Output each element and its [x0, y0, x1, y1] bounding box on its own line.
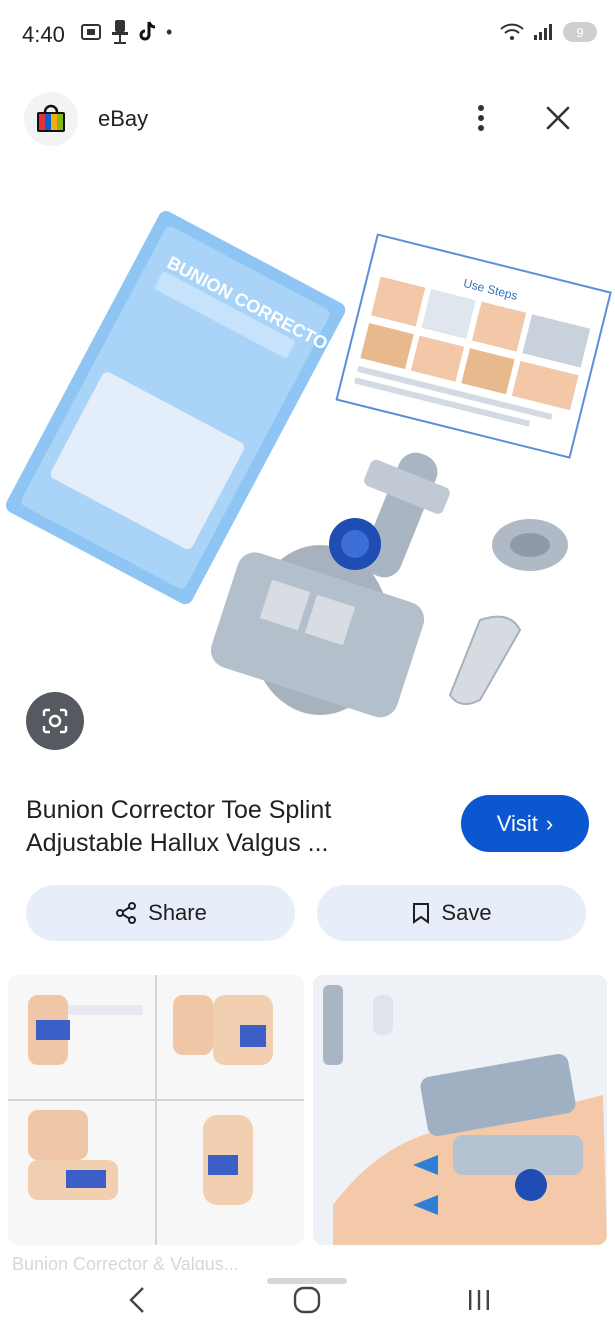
product-title-line2: Adjustable Hallux Valgus ...: [26, 829, 329, 857]
product-title[interactable]: Bunion Corrector Toe Splint Adjustable H…: [26, 794, 426, 860]
home-button[interactable]: [290, 1280, 324, 1320]
home-icon: [293, 1286, 321, 1314]
save-button[interactable]: Save: [317, 885, 586, 941]
wifi-icon: [500, 23, 524, 40]
close-icon: [546, 106, 570, 130]
visit-button[interactable]: Visit ›: [461, 795, 589, 852]
product-image[interactable]: BUNION CORRECTOR Use Steps: [0, 200, 615, 740]
app-header: eBay: [0, 86, 615, 150]
chevron-right-icon: ›: [545, 810, 554, 836]
related-image-foot[interactable]: [313, 975, 607, 1245]
more-vert-icon: [478, 105, 484, 131]
share-label: Share: [148, 900, 207, 925]
save-label: Save: [441, 900, 492, 925]
status-bar: 4:40 • 9: [0, 0, 615, 70]
lens-search-icon: [42, 708, 68, 734]
more-options-button[interactable]: [466, 100, 496, 136]
recents-button[interactable]: [462, 1280, 496, 1320]
status-icons-right: 9: [499, 22, 597, 42]
share-button[interactable]: Share: [26, 885, 295, 941]
ebay-logo-icon: [24, 92, 78, 146]
tiktok-icon: [139, 21, 156, 41]
product-photo: BUNION CORRECTOR Use Steps: [5, 211, 612, 718]
share-icon: [116, 902, 137, 924]
back-button[interactable]: [120, 1280, 154, 1320]
product-title-line1: Bunion Corrector Toe Splint: [26, 796, 332, 824]
battery-icon: 9: [563, 22, 597, 42]
back-icon: [129, 1287, 144, 1313]
system-nav-bar: [0, 1270, 615, 1333]
notification-dot: •: [166, 21, 173, 42]
foot-photo: [313, 975, 607, 1245]
visit-label: Visit: [496, 810, 538, 836]
signal-icon: [534, 24, 552, 40]
screenshot-icon: [81, 24, 101, 40]
bookmark-icon: [413, 903, 430, 924]
related-image-instructions[interactable]: [8, 975, 304, 1245]
site-name: eBay: [98, 106, 149, 131]
recents-icon: [469, 1290, 489, 1310]
close-button[interactable]: [540, 100, 576, 136]
status-icons-left: •: [80, 18, 172, 46]
instructions-grid: [8, 975, 304, 1245]
status-time: 4:40: [22, 22, 65, 47]
google-lens-button[interactable]: [26, 692, 84, 750]
chair-icon: [112, 20, 128, 44]
